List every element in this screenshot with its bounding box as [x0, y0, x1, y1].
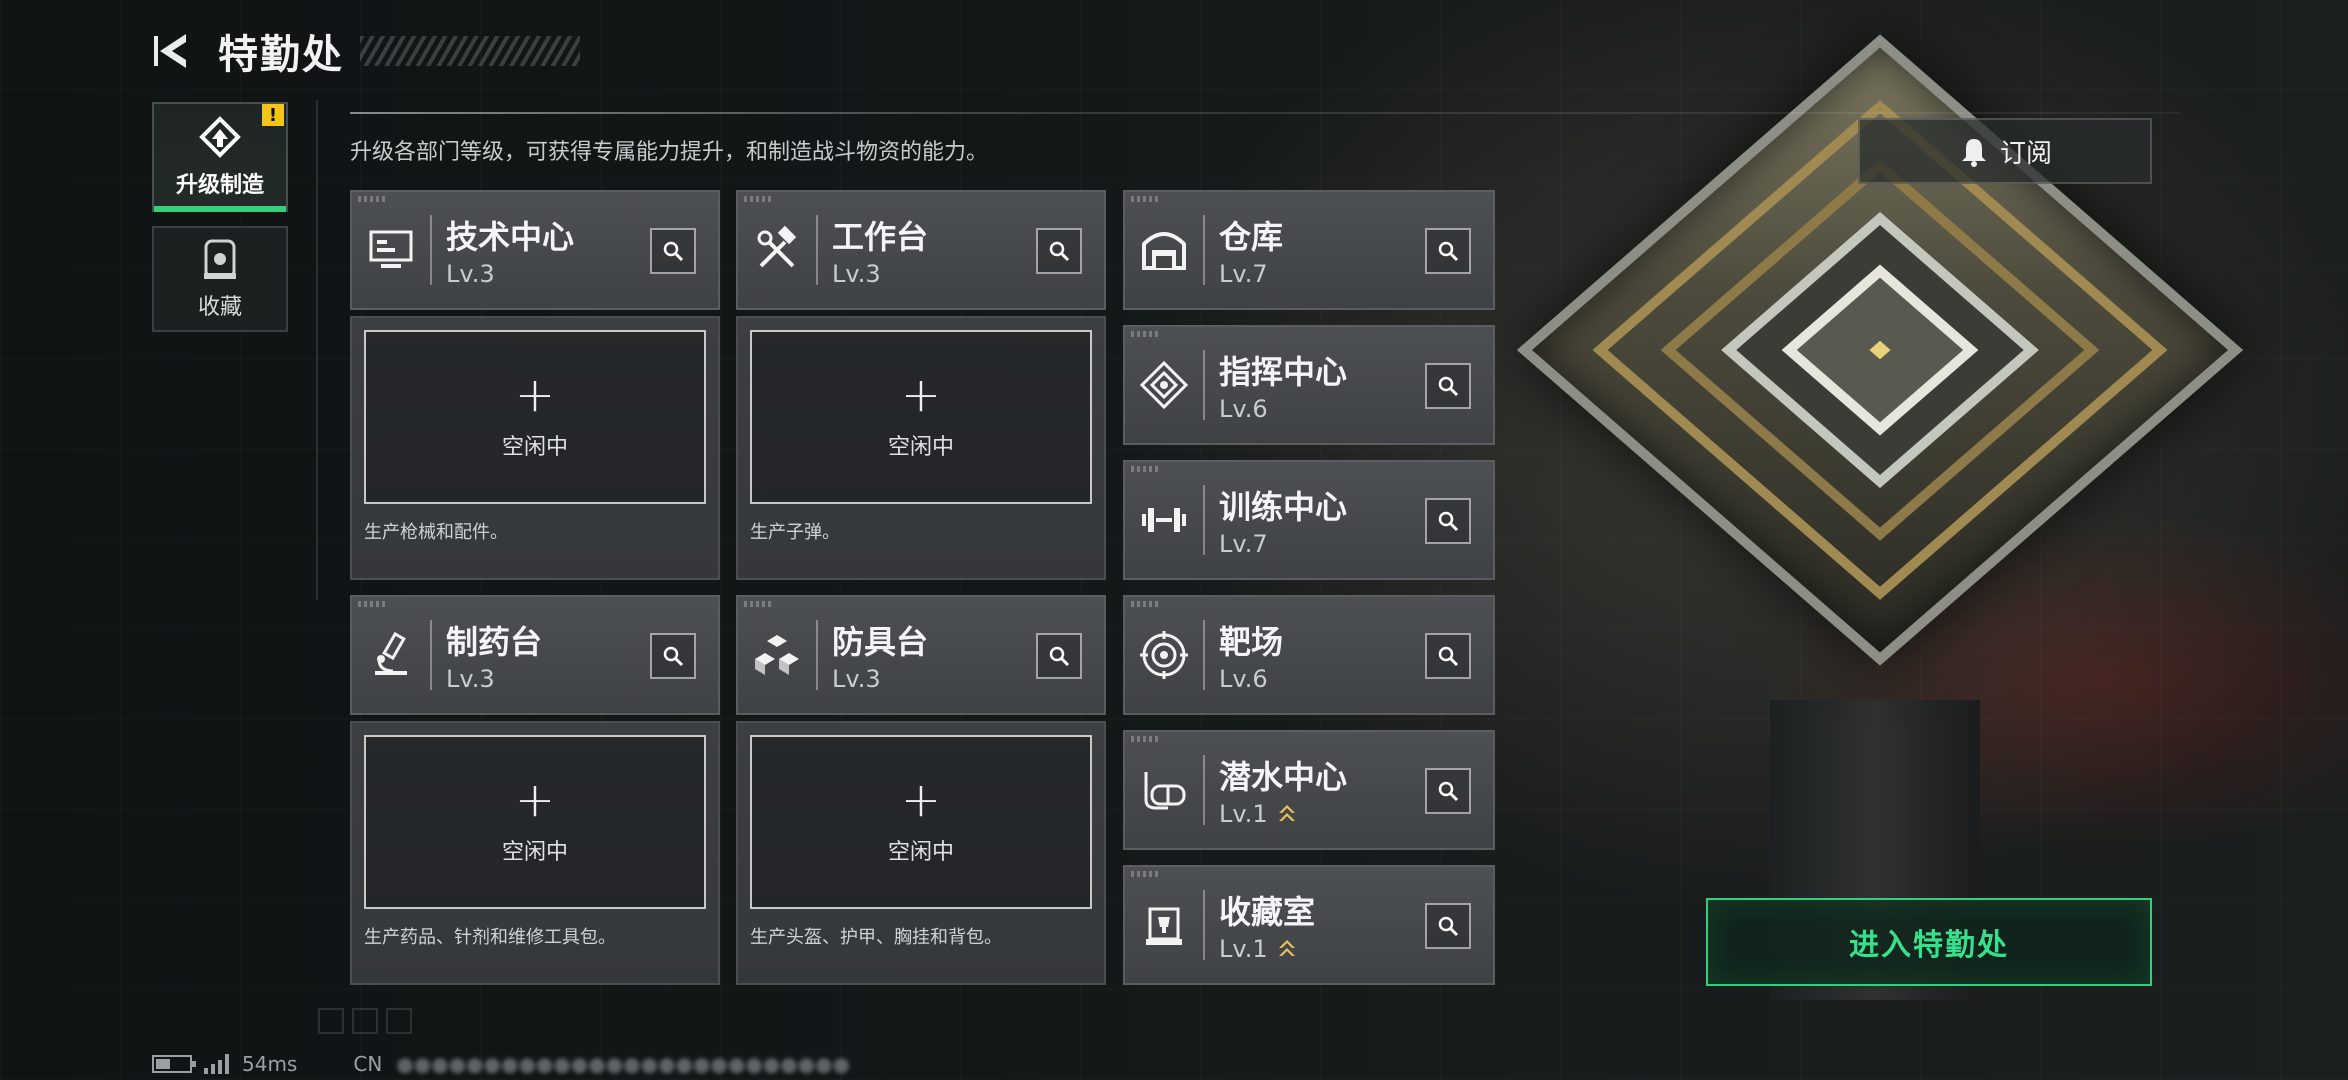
bell-icon — [1961, 139, 1986, 167]
plus-icon: + — [900, 367, 942, 423]
enter-special-ops-button[interactable]: 进入特勤处 — [1706, 898, 2152, 986]
department-level: Lv.1 — [1219, 935, 1268, 963]
department-card-command-center[interactable]: 指挥中心 Lv.6 — [1123, 325, 1495, 445]
department-level: Lv.7 — [1219, 260, 1268, 288]
divider — [350, 112, 2180, 114]
department-name: 收藏室 — [1219, 893, 1316, 931]
production-description: 生产药品、针剂和维修工具包。 — [364, 927, 616, 948]
production-description: 生产枪械和配件。 — [364, 522, 508, 543]
department-level: Lv.6 — [1219, 665, 1268, 693]
tab-label: 收藏 — [197, 295, 242, 320]
signal-icon — [204, 1054, 232, 1074]
divider — [316, 100, 318, 600]
region-label: CN — [353, 1052, 383, 1076]
department-card-shooting-range[interactable]: 靶场 Lv.6 — [1123, 595, 1495, 715]
upgrade-available-icon — [1278, 805, 1295, 821]
battery-icon — [152, 1055, 196, 1073]
department-name: 潜水中心 — [1219, 758, 1348, 796]
search-icon[interactable] — [1425, 903, 1471, 949]
dumbbell-icon — [1125, 485, 1205, 555]
search-icon[interactable] — [650, 228, 696, 274]
warehouse-icon — [1125, 215, 1205, 285]
production-panel: + 空闲中 生产药品、针剂和维修工具包。 — [350, 721, 720, 985]
plus-icon: + — [514, 772, 556, 828]
department-name: 指挥中心 — [1219, 353, 1348, 391]
production-slot[interactable]: + 空闲中 — [750, 735, 1092, 909]
plus-icon: + — [514, 367, 556, 423]
department-card-tech-center[interactable]: 技术中心 Lv.3 — [350, 190, 720, 310]
department-card-training-center[interactable]: 训练中心 Lv.7 — [1123, 460, 1495, 580]
production-description: 生产头盔、护甲、胸挂和背包。 — [750, 927, 1002, 948]
subscribe-button[interactable]: 订阅 — [1858, 118, 2152, 184]
target-icon — [1125, 620, 1205, 690]
upgrade-available-icon — [1278, 940, 1295, 956]
title-decoration — [360, 36, 580, 66]
slot-status: 空闲中 — [501, 840, 568, 865]
department-card-collection-room[interactable]: 收藏室 Lv.1 — [1123, 865, 1495, 985]
production-slot[interactable]: + 空闲中 — [364, 735, 706, 909]
search-icon[interactable] — [1036, 633, 1082, 679]
slot-status: 空闲中 — [501, 435, 568, 460]
search-icon[interactable] — [1425, 228, 1471, 274]
upgrade-icon — [199, 116, 241, 158]
search-icon[interactable] — [1425, 768, 1471, 814]
department-card-armor-bench[interactable]: 防具台 Lv.3 — [736, 595, 1106, 715]
cubes-icon — [738, 620, 818, 690]
tab-label: 升级制造 — [175, 173, 264, 198]
department-card-pharmacy[interactable]: 制药台 Lv.3 — [350, 595, 720, 715]
production-description: 生产子弹。 — [750, 522, 840, 543]
department-level: Lv.7 — [1219, 530, 1268, 558]
page-header: 特勤处 — [150, 22, 580, 80]
plus-icon: + — [900, 772, 942, 828]
department-level: Lv.3 — [832, 665, 881, 693]
search-icon[interactable] — [1425, 498, 1471, 544]
user-id-redacted: ●●●●●●●●●●●●●●●●●●●●●●●●●● — [396, 1052, 851, 1076]
search-icon[interactable] — [1425, 633, 1471, 679]
slot-status: 空闲中 — [887, 435, 954, 460]
monitor-icon — [352, 215, 432, 285]
hammer-wrench-icon — [738, 215, 818, 285]
enter-label: 进入特勤处 — [1849, 928, 2009, 963]
department-level: Lv.1 — [1219, 800, 1268, 828]
production-slot[interactable]: + 空闲中 — [364, 330, 706, 504]
trophy-cabinet-icon — [1125, 890, 1205, 960]
tab-upgrade-manufacture[interactable]: ! 升级制造 — [152, 102, 288, 212]
slot-status: 空闲中 — [887, 840, 954, 865]
ping-value: 54ms — [242, 1052, 298, 1076]
status-bar: 54ms CN ●●●●●●●●●●●●●●●●●●●●●●●●●● — [152, 1052, 850, 1076]
department-level: Lv.6 — [1219, 395, 1268, 423]
department-name: 制药台 — [446, 623, 543, 661]
department-level: Lv.3 — [832, 260, 881, 288]
department-level: Lv.3 — [446, 260, 495, 288]
page-title: 特勤处 — [218, 32, 344, 78]
collection-icon — [204, 239, 236, 279]
search-icon[interactable] — [1036, 228, 1082, 274]
search-icon[interactable] — [650, 633, 696, 679]
chip-icon — [1125, 350, 1205, 420]
department-level: Lv.3 — [446, 665, 495, 693]
department-name: 靶场 — [1219, 623, 1284, 661]
diving-mask-icon — [1125, 755, 1205, 825]
department-card-diving-center[interactable]: 潜水中心 Lv.1 — [1123, 730, 1495, 850]
back-arrow-icon[interactable] — [150, 28, 196, 74]
page-description: 升级各部门等级，可获得专属能力提升，和制造战斗物资的能力。 — [350, 140, 989, 165]
department-name: 防具台 — [832, 623, 929, 661]
department-name: 工作台 — [832, 218, 929, 256]
footer-decorations — [318, 1008, 420, 1034]
department-name: 技术中心 — [446, 218, 575, 256]
production-panel: + 空闲中 生产头盔、护甲、胸挂和背包。 — [736, 721, 1106, 985]
department-card-workbench[interactable]: 工作台 Lv.3 — [736, 190, 1106, 310]
subscribe-label: 订阅 — [1999, 138, 2052, 169]
alert-badge: ! — [262, 104, 284, 126]
tab-collection[interactable]: 收藏 — [152, 226, 288, 332]
department-name: 仓库 — [1219, 218, 1284, 256]
production-slot[interactable]: + 空闲中 — [750, 330, 1092, 504]
production-panel: + 空闲中 生产枪械和配件。 — [350, 316, 720, 580]
microscope-icon — [352, 620, 432, 690]
department-card-warehouse[interactable]: 仓库 Lv.7 — [1123, 190, 1495, 310]
department-name: 训练中心 — [1219, 488, 1348, 526]
search-icon[interactable] — [1425, 363, 1471, 409]
production-panel: + 空闲中 生产子弹。 — [736, 316, 1106, 580]
